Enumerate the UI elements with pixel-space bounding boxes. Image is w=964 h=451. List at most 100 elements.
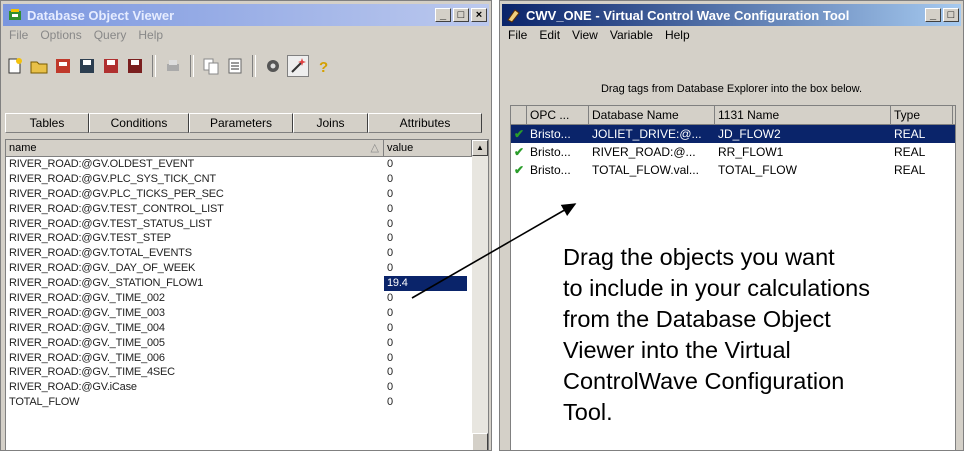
save-as-icon[interactable] bbox=[101, 56, 121, 76]
tag-list-header: OPC ... Database Name 1131 Name Type bbox=[511, 106, 955, 125]
menu-help[interactable]: Help bbox=[132, 28, 169, 46]
list-item-value[interactable]: 0 bbox=[384, 172, 467, 187]
list-item-name: RIVER_ROAD:@GV._TIME_003 bbox=[9, 306, 165, 319]
list-item-value[interactable]: 0 bbox=[384, 217, 467, 232]
print-icon[interactable] bbox=[163, 56, 183, 76]
list-item-value[interactable]: 0 bbox=[384, 336, 467, 351]
list-item[interactable]: RIVER_ROAD:@GV.PLC_SYS_TICK_CNT 0 bbox=[6, 172, 488, 187]
tab-joins[interactable]: Joins bbox=[293, 113, 368, 133]
column-header-type[interactable]: Type bbox=[891, 106, 953, 124]
menu-options[interactable]: Options bbox=[34, 28, 87, 46]
tag-cell-name1131: TOTAL_FLOW bbox=[718, 163, 797, 177]
left-title-bar[interactable]: Database Object Viewer _ □ × bbox=[3, 4, 489, 26]
column-header-name-label: name bbox=[9, 142, 37, 154]
left-tabs: Tables Conditions Parameters Joins Attri… bbox=[5, 113, 482, 133]
column-header-value[interactable]: value bbox=[384, 140, 472, 156]
menu-file[interactable]: File bbox=[3, 28, 34, 46]
menu-file[interactable]: File bbox=[502, 28, 533, 46]
list-item-value[interactable]: 0 bbox=[384, 202, 467, 217]
list-item-name: RIVER_ROAD:@GV.TEST_STEP bbox=[9, 232, 171, 245]
list-item[interactable]: RIVER_ROAD:@GV._TIME_005 0 bbox=[6, 336, 488, 351]
maximize-icon[interactable]: □ bbox=[943, 8, 959, 22]
list-item-name: RIVER_ROAD:@GV._TIME_004 bbox=[9, 321, 165, 334]
tab-attributes[interactable]: Attributes bbox=[368, 113, 482, 133]
tag-row[interactable]: ✔ Bristo... TOTAL_FLOW.val... TOTAL_FLOW REA… bbox=[511, 161, 955, 179]
list-item[interactable]: RIVER_ROAD:@GV._TIME_002 0 bbox=[6, 291, 488, 306]
list-icon[interactable] bbox=[225, 56, 245, 76]
close-icon[interactable]: × bbox=[471, 8, 487, 22]
right-window-title: CWV_ONE - Virtual Control Wave Configura… bbox=[526, 7, 850, 23]
list-item[interactable]: RIVER_ROAD:@GV._DAY_OF_WEEK 0 bbox=[6, 261, 488, 276]
list-item[interactable]: RIVER_ROAD:@GV._STATION_FLOW1 19.4 bbox=[6, 276, 488, 292]
list-item[interactable]: RIVER_ROAD:@GV.TOTAL_EVENTS 0 bbox=[6, 246, 488, 261]
save-all-icon[interactable] bbox=[125, 56, 145, 76]
list-item[interactable]: RIVER_ROAD:@GV.OLDEST_EVENT 0 bbox=[6, 157, 488, 172]
list-item-value[interactable]: 0 bbox=[384, 351, 467, 366]
open-folder-icon[interactable] bbox=[29, 56, 49, 76]
tag-row[interactable]: ✔ Bristo... RIVER_ROAD:@... RR_FLOW1 REAL bbox=[511, 143, 955, 161]
minimize-icon[interactable]: _ bbox=[435, 8, 451, 22]
tag-cell-name1131: RR_FLOW1 bbox=[718, 145, 784, 159]
right-title-bar[interactable]: CWV_ONE - Virtual Control Wave Configura… bbox=[502, 4, 961, 26]
list-item-value[interactable]: 0 bbox=[384, 246, 467, 261]
scroll-up-icon[interactable]: ▲ bbox=[472, 140, 488, 156]
list-item-name: RIVER_ROAD:@GV._STATION_FLOW1 bbox=[9, 277, 204, 290]
column-header-1131-name[interactable]: 1131 Name bbox=[715, 106, 891, 124]
instruction-callout: Drag the objects you want to include in … bbox=[563, 242, 963, 428]
list-item[interactable]: TOTAL_FLOW 0 bbox=[6, 395, 488, 410]
list-item-name: RIVER_ROAD:@GV._TIME_4SEC bbox=[9, 366, 175, 379]
menu-help[interactable]: Help bbox=[659, 28, 696, 46]
tag-cell-opc: Bristo... bbox=[530, 163, 571, 177]
list-item-value[interactable]: 0 bbox=[384, 365, 467, 380]
list-item-value[interactable]: 0 bbox=[384, 395, 467, 410]
help-icon[interactable]: ? bbox=[313, 56, 333, 76]
list-item[interactable]: RIVER_ROAD:@GV.iCase 0 bbox=[6, 380, 488, 395]
menu-edit[interactable]: Edit bbox=[533, 28, 566, 46]
list-item[interactable]: RIVER_ROAD:@GV.TEST_STEP 0 bbox=[6, 231, 488, 246]
tag-cell-opc: Bristo... bbox=[530, 127, 571, 141]
new-icon[interactable] bbox=[5, 56, 25, 76]
list-item-name: RIVER_ROAD:@GV._DAY_OF_WEEK bbox=[9, 262, 196, 275]
tools-icon[interactable] bbox=[263, 56, 283, 76]
list-item[interactable]: RIVER_ROAD:@GV._TIME_004 0 bbox=[6, 321, 488, 336]
tag-cell-name1131: JD_FLOW2 bbox=[718, 127, 781, 141]
column-header-opc[interactable]: OPC ... bbox=[527, 106, 589, 124]
list-item-value[interactable]: 0 bbox=[384, 261, 467, 276]
list-item-value[interactable]: 19.4 bbox=[384, 276, 467, 292]
tag-row[interactable]: ✔ Bristo... JOLIET_DRIVE:@... JD_FLOW2 REAL bbox=[511, 125, 955, 143]
list-item[interactable]: RIVER_ROAD:@GV._TIME_003 0 bbox=[6, 306, 488, 321]
minimize-icon[interactable]: _ bbox=[925, 8, 941, 22]
attribute-list[interactable]: name △ value RIVER_ROAD:@GV.OLDEST_EVENT… bbox=[5, 139, 489, 450]
tab-tables[interactable]: Tables bbox=[5, 113, 89, 133]
copy-icon[interactable] bbox=[201, 56, 221, 76]
list-item[interactable]: RIVER_ROAD:@GV._TIME_006 0 bbox=[6, 351, 488, 366]
callout-line: ControlWave Configuration bbox=[563, 368, 845, 394]
tag-cell-type: REAL bbox=[894, 145, 926, 159]
list-scrollbar[interactable]: ▲ bbox=[472, 140, 488, 450]
list-item-value[interactable]: 0 bbox=[384, 380, 467, 395]
menu-view[interactable]: View bbox=[566, 28, 604, 46]
tab-parameters[interactable]: Parameters bbox=[189, 113, 293, 133]
list-item[interactable]: RIVER_ROAD:@GV.PLC_TICKS_PER_SEC 0 bbox=[6, 187, 488, 202]
list-item-value[interactable]: 0 bbox=[384, 306, 467, 321]
maximize-icon[interactable]: □ bbox=[453, 8, 469, 22]
scroll-thumb[interactable] bbox=[472, 433, 488, 450]
list-item[interactable]: RIVER_ROAD:@GV.TEST_STATUS_LIST 0 bbox=[6, 217, 488, 232]
menu-variable[interactable]: Variable bbox=[604, 28, 659, 46]
list-item-value[interactable]: 0 bbox=[384, 157, 467, 172]
tag-rows: ✔ Bristo... JOLIET_DRIVE:@... JD_FLOW2 REAL ✔… bbox=[511, 125, 955, 179]
magic-wand-icon[interactable] bbox=[287, 55, 309, 77]
tab-conditions[interactable]: Conditions bbox=[89, 113, 189, 133]
list-item[interactable]: RIVER_ROAD:@GV._TIME_4SEC 0 bbox=[6, 365, 488, 380]
delete-db-icon[interactable] bbox=[53, 56, 73, 76]
list-item-value[interactable]: 0 bbox=[384, 231, 467, 246]
list-item-value[interactable]: 0 bbox=[384, 321, 467, 336]
left-menubar: File Options Query Help bbox=[3, 28, 169, 46]
list-item[interactable]: RIVER_ROAD:@GV.TEST_CONTROL_LIST 0 bbox=[6, 202, 488, 217]
menu-query[interactable]: Query bbox=[88, 28, 133, 46]
list-item-value[interactable]: 0 bbox=[384, 291, 467, 306]
column-header-name[interactable]: name △ bbox=[6, 140, 384, 156]
save-icon[interactable] bbox=[77, 56, 97, 76]
list-item-value[interactable]: 0 bbox=[384, 187, 467, 202]
column-header-database-name[interactable]: Database Name bbox=[589, 106, 715, 124]
